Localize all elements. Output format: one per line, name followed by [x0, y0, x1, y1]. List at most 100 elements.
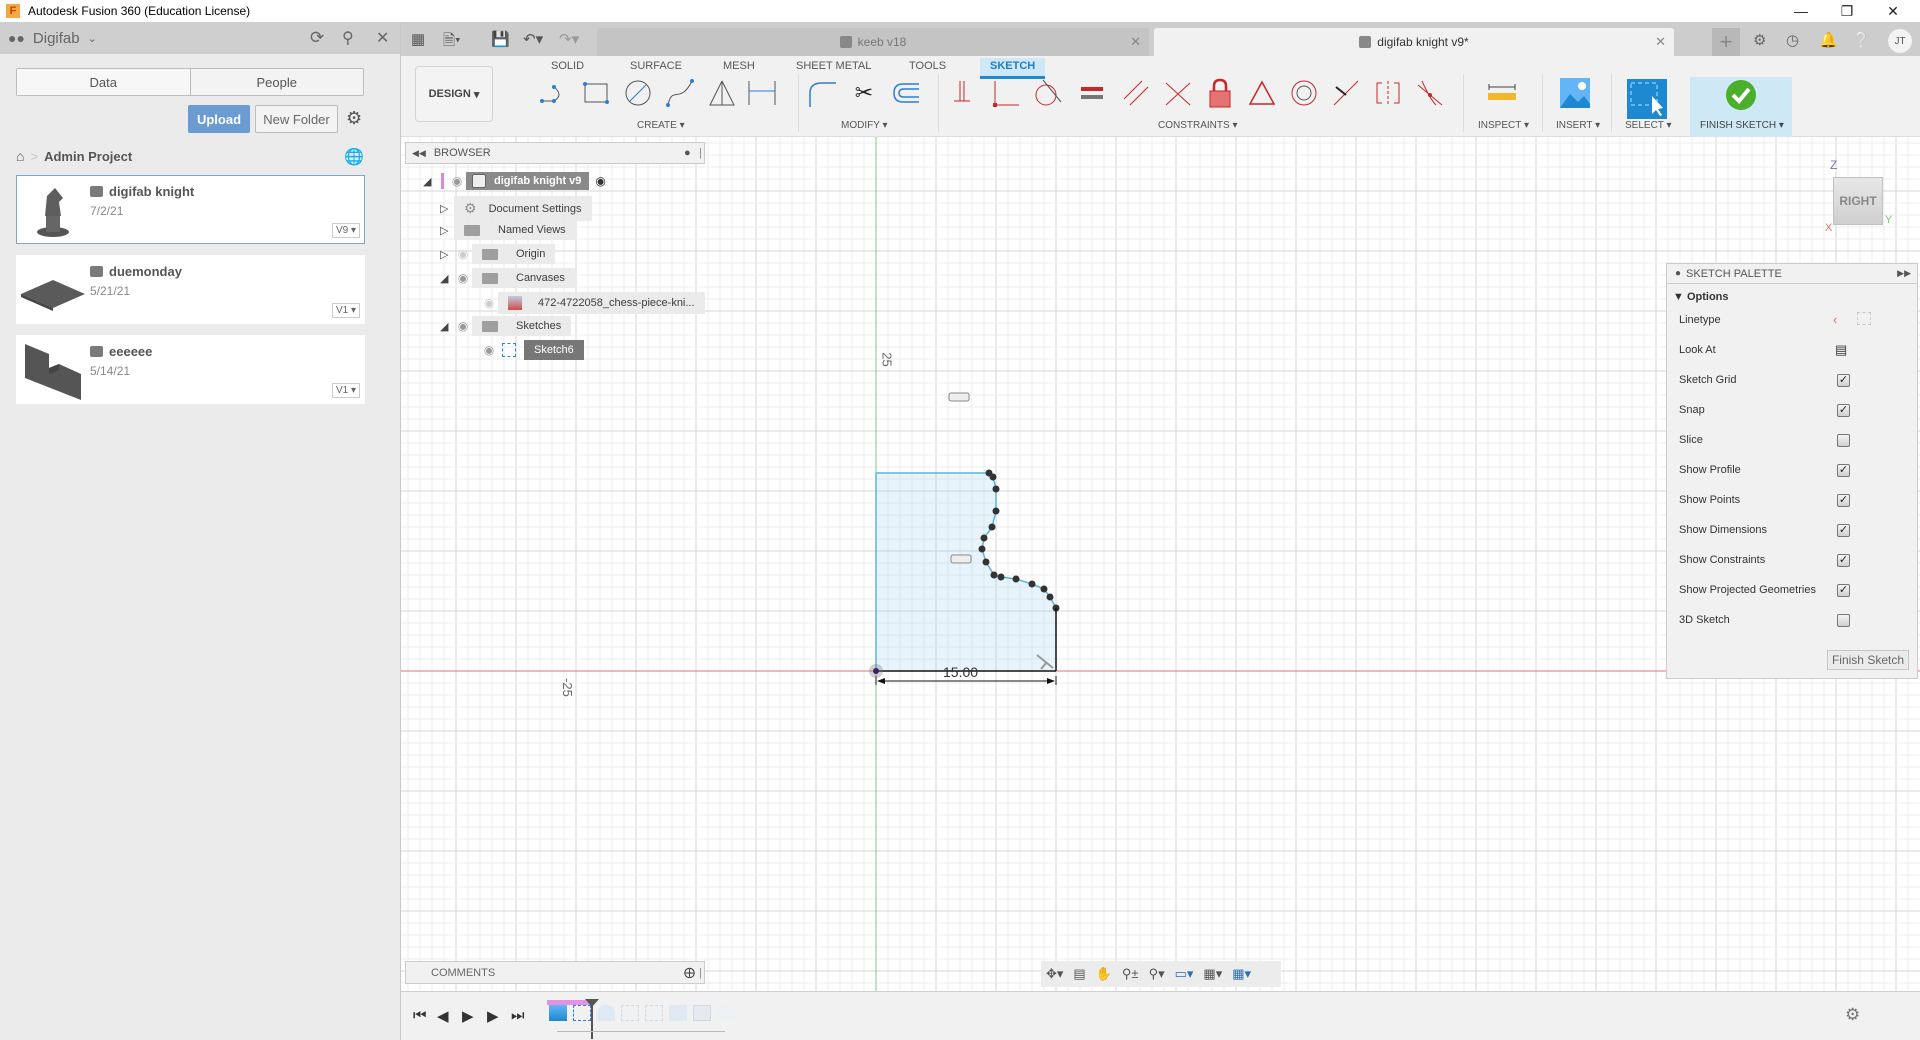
fillet-tool-icon[interactable] — [807, 78, 837, 108]
group-constraints[interactable]: CONSTRAINTS ▾ — [1158, 120, 1237, 131]
file-card[interactable]: eeeeee 5/14/21 V1 ▾ — [16, 335, 365, 404]
spline-fit-point[interactable] — [1028, 580, 1036, 588]
collinear-constraint-icon[interactable] — [1331, 78, 1361, 108]
eye-hidden-icon[interactable]: ◉ — [454, 247, 472, 261]
redo-icon[interactable]: ↷▾ — [559, 30, 579, 48]
grid-settings-icon[interactable]: ▦▾ — [1203, 966, 1222, 982]
timeline-fillet-icon[interactable] — [717, 1005, 735, 1021]
breadcrumb-project[interactable]: Admin Project — [44, 149, 132, 164]
palette-checkbox[interactable] — [1837, 434, 1850, 447]
zoom-icon[interactable]: ⚲± — [1122, 966, 1139, 982]
timeline-sketch-icon[interactable] — [621, 1005, 639, 1021]
look-at-icon[interactable]: ▤ — [1073, 966, 1085, 982]
look-at-icon[interactable]: ▤ — [1835, 342, 1847, 358]
spline-tool-icon[interactable] — [665, 78, 695, 108]
palette-checkbox[interactable]: ✓ — [1837, 524, 1850, 537]
spline-fit-point[interactable] — [978, 545, 986, 553]
tree-node-sketch6[interactable]: ◉ Sketch6 — [480, 340, 584, 360]
equal-constraint-icon[interactable] — [1077, 78, 1107, 108]
search-icon[interactable]: ⚲ — [342, 28, 354, 48]
go-to-end-icon[interactable]: ⏭ — [511, 1007, 525, 1024]
tree-node[interactable]: ◢ ◉ Canvases — [440, 268, 575, 288]
tangent-constraint-icon[interactable] — [1033, 78, 1063, 108]
rectangle-tool-icon[interactable] — [581, 78, 611, 108]
palette-checkbox[interactable]: ✓ — [1837, 494, 1850, 507]
timeline-box-icon[interactable] — [693, 1005, 711, 1021]
team-name[interactable]: Digifab — [33, 30, 80, 47]
spline-fit-point[interactable] — [997, 573, 1005, 581]
tab-solid[interactable]: SOLID — [551, 60, 584, 72]
perpendicular-constraint-icon[interactable] — [1163, 78, 1193, 108]
palette-finish-sketch-button[interactable]: Finish Sketch — [1826, 650, 1909, 670]
add-comment-icon[interactable]: ⨁ — [684, 966, 695, 979]
expand-triangle-icon[interactable]: ◢ — [440, 272, 454, 285]
timeline-sketch-icon[interactable] — [645, 1005, 663, 1021]
doc-tab-digifab-knight[interactable]: digifab knight v9* ✕ — [1154, 28, 1674, 56]
curvature-constraint-icon[interactable] — [1415, 78, 1445, 108]
activate-radio-icon[interactable]: ◉ — [595, 174, 605, 188]
dimension-label[interactable]: 15.00 — [943, 664, 978, 680]
display-settings-icon[interactable]: ▭▾ — [1175, 966, 1194, 982]
gear-icon[interactable]: ⚙ — [346, 108, 362, 129]
close-panel-icon[interactable]: ✕ — [376, 28, 389, 48]
undo-icon[interactable]: ↶▾ — [523, 30, 543, 48]
step-forward-icon[interactable]: ▶ — [487, 1007, 499, 1025]
close-tab-icon[interactable]: ✕ — [1130, 34, 1141, 50]
concentric-constraint-icon[interactable] — [1289, 78, 1319, 108]
group-insert[interactable]: INSERT ▾ — [1556, 120, 1600, 131]
timeline-revolve-icon[interactable] — [597, 1005, 615, 1021]
tree-node[interactable]: ▷ ◉ Origin — [440, 244, 556, 264]
workspace-switcher[interactable]: DESIGN ▾ — [415, 66, 493, 122]
new-tab-button[interactable]: + — [1712, 28, 1740, 56]
expand-triangle-icon[interactable]: ◢ — [440, 320, 454, 333]
measure-tool-icon[interactable] — [1487, 78, 1517, 108]
version-dropdown[interactable]: V9 ▾ — [331, 223, 360, 238]
timeline-extrude-icon[interactable] — [669, 1005, 687, 1021]
palette-checkbox[interactable]: ✓ — [1837, 554, 1850, 567]
eye-icon[interactable]: ◉ — [480, 343, 498, 357]
expand-triangle-icon[interactable]: ◢ — [423, 175, 437, 188]
expand-triangle-icon[interactable]: ▷ — [440, 202, 454, 215]
group-select[interactable]: SELECT ▾ — [1625, 120, 1672, 131]
new-folder-button[interactable]: New Folder — [255, 105, 338, 133]
pan-hand-icon[interactable]: ✋ — [1096, 966, 1112, 982]
avatar[interactable]: JT — [1888, 29, 1912, 53]
select-tool-icon[interactable] — [1627, 79, 1667, 119]
eye-icon[interactable]: ◉ — [454, 271, 472, 285]
tree-node[interactable]: ▷ ⚙ Document Settings — [440, 196, 592, 221]
upload-button[interactable]: Upload — [188, 105, 250, 133]
spline-fit-point[interactable] — [982, 558, 990, 566]
version-dropdown[interactable]: V1 ▾ — [331, 303, 360, 318]
file-menu-icon[interactable]: 🗎▾ — [443, 30, 461, 55]
group-create[interactable]: CREATE ▾ — [637, 120, 685, 131]
coincident-constraint-icon[interactable] — [991, 78, 1021, 108]
save-icon[interactable]: 💾 — [491, 30, 510, 48]
go-to-start-icon[interactable]: ⏮ — [413, 1007, 427, 1024]
refresh-icon[interactable]: ⟳ — [310, 28, 324, 48]
spline-fit-point[interactable] — [992, 485, 1000, 493]
collapse-browser-icon[interactable]: ◀◀ — [412, 148, 426, 159]
file-card[interactable]: duemonday 5/21/21 V1 ▾ — [16, 255, 365, 324]
tab-tools[interactable]: TOOLS — [909, 60, 946, 72]
close-tab-icon[interactable]: ✕ — [1655, 34, 1666, 50]
palette-checkbox[interactable]: ✓ — [1837, 374, 1850, 387]
options-section[interactable]: ▼ Options — [1673, 291, 1729, 303]
tree-root[interactable]: ◢ ◉ digifab knight v9 ◉ — [423, 172, 606, 190]
restore-button[interactable]: ❐ — [1824, 0, 1870, 22]
palette-checkbox[interactable]: ✓ — [1837, 404, 1850, 417]
line-tool-icon[interactable] — [539, 78, 569, 108]
viewports-icon[interactable]: ▦▾ — [1232, 966, 1251, 982]
home-icon[interactable]: ⌂ — [16, 148, 24, 164]
trim-tool-icon[interactable]: ✂ — [849, 78, 879, 108]
expand-triangle-icon[interactable]: ▷ — [440, 248, 454, 261]
viewcube-face-label[interactable]: RIGHT — [1839, 194, 1876, 208]
chevron-down-icon[interactable]: ⌄ — [88, 32, 97, 45]
tree-node[interactable]: ◉ 472-4722058_chess-piece-kni... — [480, 292, 705, 314]
minus-circle-icon[interactable]: ● — [684, 147, 691, 159]
timeline-canvas-icon[interactable] — [549, 1005, 567, 1021]
eye-icon[interactable]: ◉ — [448, 174, 466, 188]
grid-menu-icon[interactable]: ▦ — [411, 30, 425, 48]
offset-tool-icon[interactable] — [891, 78, 921, 108]
spline-fit-point[interactable] — [992, 507, 1000, 515]
close-window-button[interactable]: ✕ — [1870, 0, 1916, 22]
